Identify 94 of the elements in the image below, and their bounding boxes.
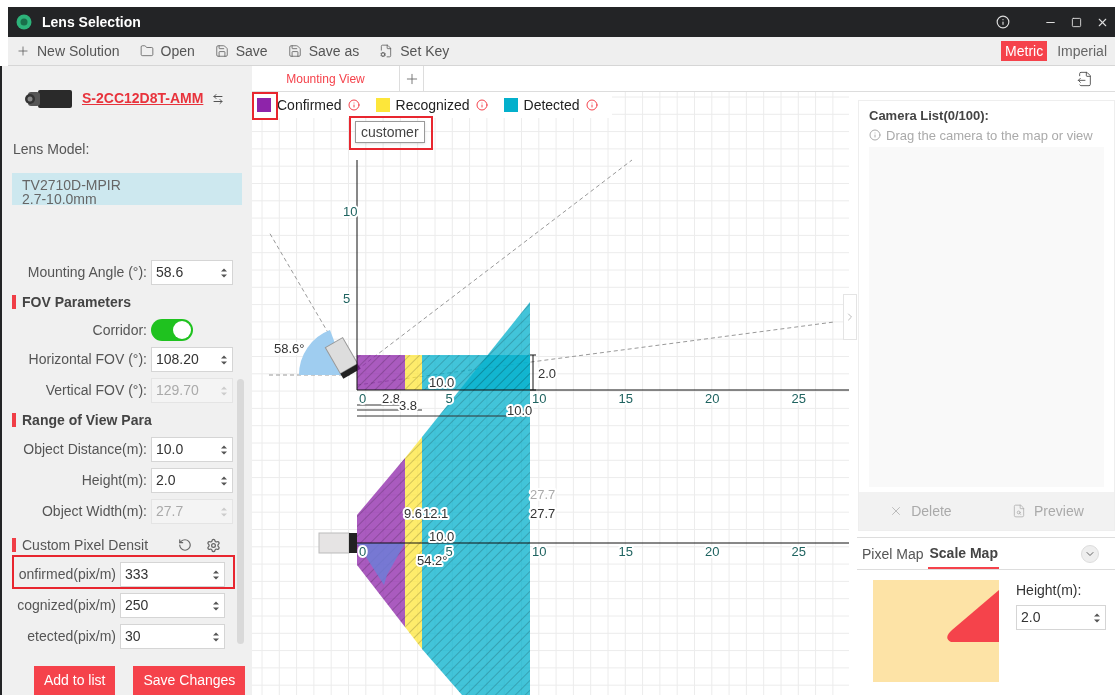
field-label: onfirmed(pix/m) <box>17 565 117 584</box>
dimension-label: 27.7 <box>530 487 556 502</box>
dimension-label: 10.0 <box>429 529 455 544</box>
field-label: Vertical FOV (°): <box>44 381 148 400</box>
panel-title: Camera List(0/100): <box>868 107 990 125</box>
height-bracket <box>529 354 537 391</box>
tooltip: customer <box>355 121 425 143</box>
field-label: Corridor: <box>91 320 148 340</box>
spinner-icon[interactable] <box>220 266 228 279</box>
dimension-label: 10.0 <box>429 375 455 390</box>
dimension-label: 12.1 <box>423 506 449 521</box>
number-field[interactable]: 30 <box>120 624 225 649</box>
highlight-frame <box>252 92 278 120</box>
action-button[interactable]: Save Changes <box>133 666 246 695</box>
field-label: cognized(pix/m) <box>16 596 117 615</box>
field-label: Mounting Angle (°): <box>26 263 148 282</box>
axis-tick-label: 5 <box>445 391 453 406</box>
legend-label: Confirmed <box>277 95 342 115</box>
number-field[interactable]: 58.6 <box>151 260 233 285</box>
save-icon <box>214 44 229 58</box>
toolbar-button[interactable]: Save as <box>287 40 360 62</box>
toolbar-button[interactable]: Open <box>139 40 195 62</box>
axis-tick-label: 15 <box>618 544 633 559</box>
section-heading: FOV Parameters <box>22 292 131 312</box>
unit-toggle[interactable]: Imperial <box>1053 41 1111 61</box>
legend-label: Recognized <box>395 95 470 115</box>
map-tab[interactable]: Pixel Map <box>861 539 925 569</box>
camera-icon <box>24 87 74 110</box>
horizontal-angle-sector <box>357 543 405 585</box>
field-label: Object Width(m): <box>41 502 148 521</box>
recognition-zone <box>405 355 422 390</box>
number-field[interactable]: 333 <box>120 562 225 587</box>
dimension-label: 27.7 <box>530 506 556 521</box>
spinner-icon[interactable] <box>212 630 220 643</box>
axis-tick-label: 20 <box>705 544 720 559</box>
settings-icon[interactable] <box>206 537 221 553</box>
unit-toggle[interactable]: Metric <box>1001 41 1048 61</box>
corridor-toggle[interactable] <box>151 319 193 341</box>
axis-tick-label: 15 <box>618 391 633 406</box>
axis-tick-label: 25 <box>791 391 806 406</box>
map-tab[interactable]: Scale Map <box>928 539 999 569</box>
swap-icon[interactable] <box>212 92 224 105</box>
export-icon[interactable] <box>1077 70 1093 87</box>
view-tab[interactable]: Mounting View <box>252 66 400 91</box>
action-button[interactable]: Add to list <box>34 666 116 695</box>
dimension-label: 2.0 <box>538 366 557 381</box>
number-field[interactable]: 2.0 <box>151 468 233 493</box>
field-label: Height(m): <box>1016 581 1083 600</box>
confirmation-zone <box>357 355 405 390</box>
document-search-icon <box>1012 504 1026 518</box>
axis-tick-label: 5 <box>343 291 351 306</box>
axis-tick-label: 0 <box>359 391 367 406</box>
axis-tick-label: 10 <box>532 391 547 406</box>
spinner-icon[interactable] <box>220 474 228 487</box>
info-icon <box>869 129 881 142</box>
axis-tick-label: 10 <box>532 544 547 559</box>
number-field[interactable]: 2.0 <box>1016 605 1106 630</box>
plus-icon <box>16 44 30 58</box>
spinner-icon[interactable] <box>1093 611 1101 624</box>
collapse-handle[interactable] <box>843 294 857 340</box>
toolbar-button[interactable]: Save <box>214 40 268 62</box>
axis-tick-label: 10 <box>343 204 358 219</box>
spinner-icon[interactable] <box>220 443 228 456</box>
number-field[interactable]: 10.0 <box>151 437 233 462</box>
field-label: etected(pix/m) <box>26 627 117 646</box>
spinner-icon[interactable] <box>212 568 220 581</box>
hint-text: Drag the camera to the map or view <box>886 126 1093 145</box>
window-title: Lens Selection <box>42 12 141 32</box>
field-label: Horizontal FOV (°): <box>27 350 148 369</box>
axis-tick-label: 0 <box>359 544 367 559</box>
folder-icon <box>139 44 154 58</box>
document-gear-icon <box>379 44 394 58</box>
number-field[interactable]: 108.20 <box>151 347 233 372</box>
toolbar-button[interactable]: Set Key <box>379 40 450 62</box>
axis-tick-label: 25 <box>791 544 806 559</box>
section-heading: Range of View Para <box>22 410 152 430</box>
section-heading: Custom Pixel Densit <box>22 535 150 555</box>
field-label: Object Distance(m): <box>22 440 148 459</box>
reset-icon[interactable] <box>178 538 192 552</box>
toolbar-button[interactable]: New Solution <box>16 40 120 62</box>
spinner-icon[interactable] <box>220 353 228 366</box>
number-field[interactable]: 250 <box>120 593 225 618</box>
app-logo-icon <box>16 14 32 30</box>
lens-model-label: Lens Model: <box>12 139 91 159</box>
legend-label: Detected <box>523 95 580 115</box>
field-label: Height(m): <box>80 471 148 490</box>
lens-model-item[interactable]: TV2710D-MPIR 2.7-10.0mm <box>12 172 242 205</box>
dimension-label: 3.8 <box>399 398 418 413</box>
spinner-icon[interactable] <box>212 599 220 612</box>
maximize-icon[interactable] <box>1071 16 1082 28</box>
axis-tick-label: 20 <box>705 391 720 406</box>
save-icon <box>287 44 302 58</box>
angle-label: 58.6° <box>274 341 305 356</box>
camera-model-link[interactable]: S-2CC12D8T-AMM <box>82 88 204 110</box>
